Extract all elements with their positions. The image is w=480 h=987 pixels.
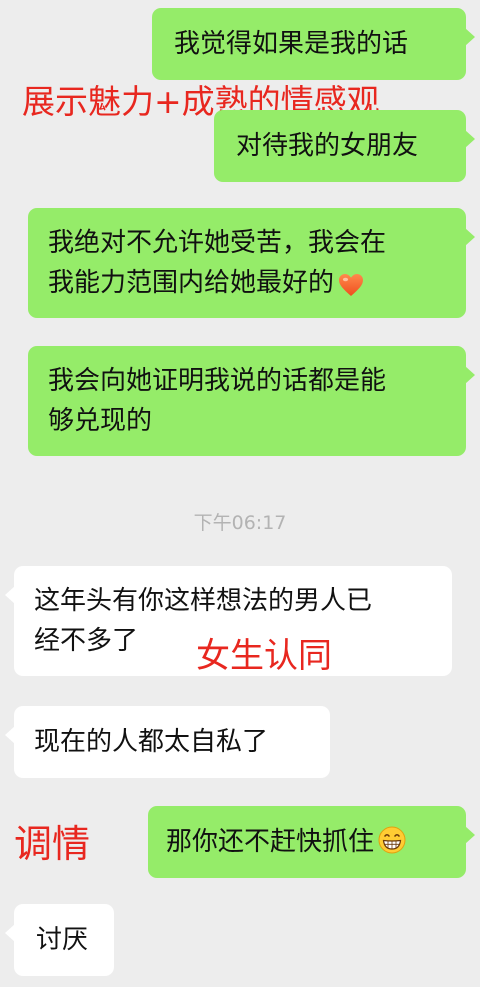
bubble-tail bbox=[5, 726, 15, 744]
message-bubble-sent[interactable]: 我绝对不允许她受苦，我会在 我能力范围内给她最好的 bbox=[28, 208, 475, 318]
heart-icon bbox=[338, 269, 364, 296]
message-line: 那你还不赶快抓住 bbox=[166, 822, 466, 862]
bubble-tail bbox=[465, 228, 475, 246]
message-bubble-received[interactable]: 讨厌 bbox=[5, 904, 114, 976]
message-text: 对待我的女朋友 bbox=[236, 131, 419, 161]
message-text: 那你还不赶快抓住 bbox=[166, 827, 375, 857]
message-text-line-1: 这年头有你这样想法的男人已 bbox=[34, 586, 373, 616]
message-text: 我觉得如果是我的话 bbox=[174, 29, 409, 59]
bubble-tail bbox=[5, 586, 15, 604]
bubble-tail bbox=[465, 28, 475, 46]
message-line-2: 我能力范围内给她最好的 bbox=[48, 263, 466, 303]
annotation-flirt: 调情 bbox=[14, 822, 91, 866]
message-text: 讨厌 bbox=[36, 925, 89, 955]
bubble-tail bbox=[465, 130, 475, 148]
bubble-tail bbox=[465, 826, 475, 844]
message-bubble-received[interactable]: 现在的人都太自私了 bbox=[5, 706, 330, 778]
bubble-tail bbox=[5, 924, 15, 942]
message-bubble-sent[interactable]: 那你还不赶快抓住 bbox=[148, 806, 475, 878]
message-bubble-sent[interactable]: 我会向她证明我说的话都是能 够兑现的 bbox=[28, 346, 475, 456]
annotation-agree: 女生认同 bbox=[196, 636, 332, 676]
grinning-face-icon bbox=[378, 826, 406, 854]
message-text: 现在的人都太自私了 bbox=[34, 727, 269, 757]
message-text-line-2: 我能力范围内给她最好的 bbox=[48, 268, 335, 298]
message-text-line-1: 我绝对不允许她受苦，我会在 bbox=[48, 228, 387, 258]
message-timestamp: 下午06:17 bbox=[193, 512, 287, 534]
message-bubble-sent[interactable]: 对待我的女朋友 bbox=[214, 110, 475, 182]
message-text-line-2: 够兑现的 bbox=[48, 406, 153, 436]
message-text-line-1: 我会向她证明我说的话都是能 bbox=[48, 366, 387, 396]
bubble-tail bbox=[465, 366, 475, 384]
message-bubble-sent[interactable]: 我觉得如果是我的话 bbox=[152, 8, 475, 80]
